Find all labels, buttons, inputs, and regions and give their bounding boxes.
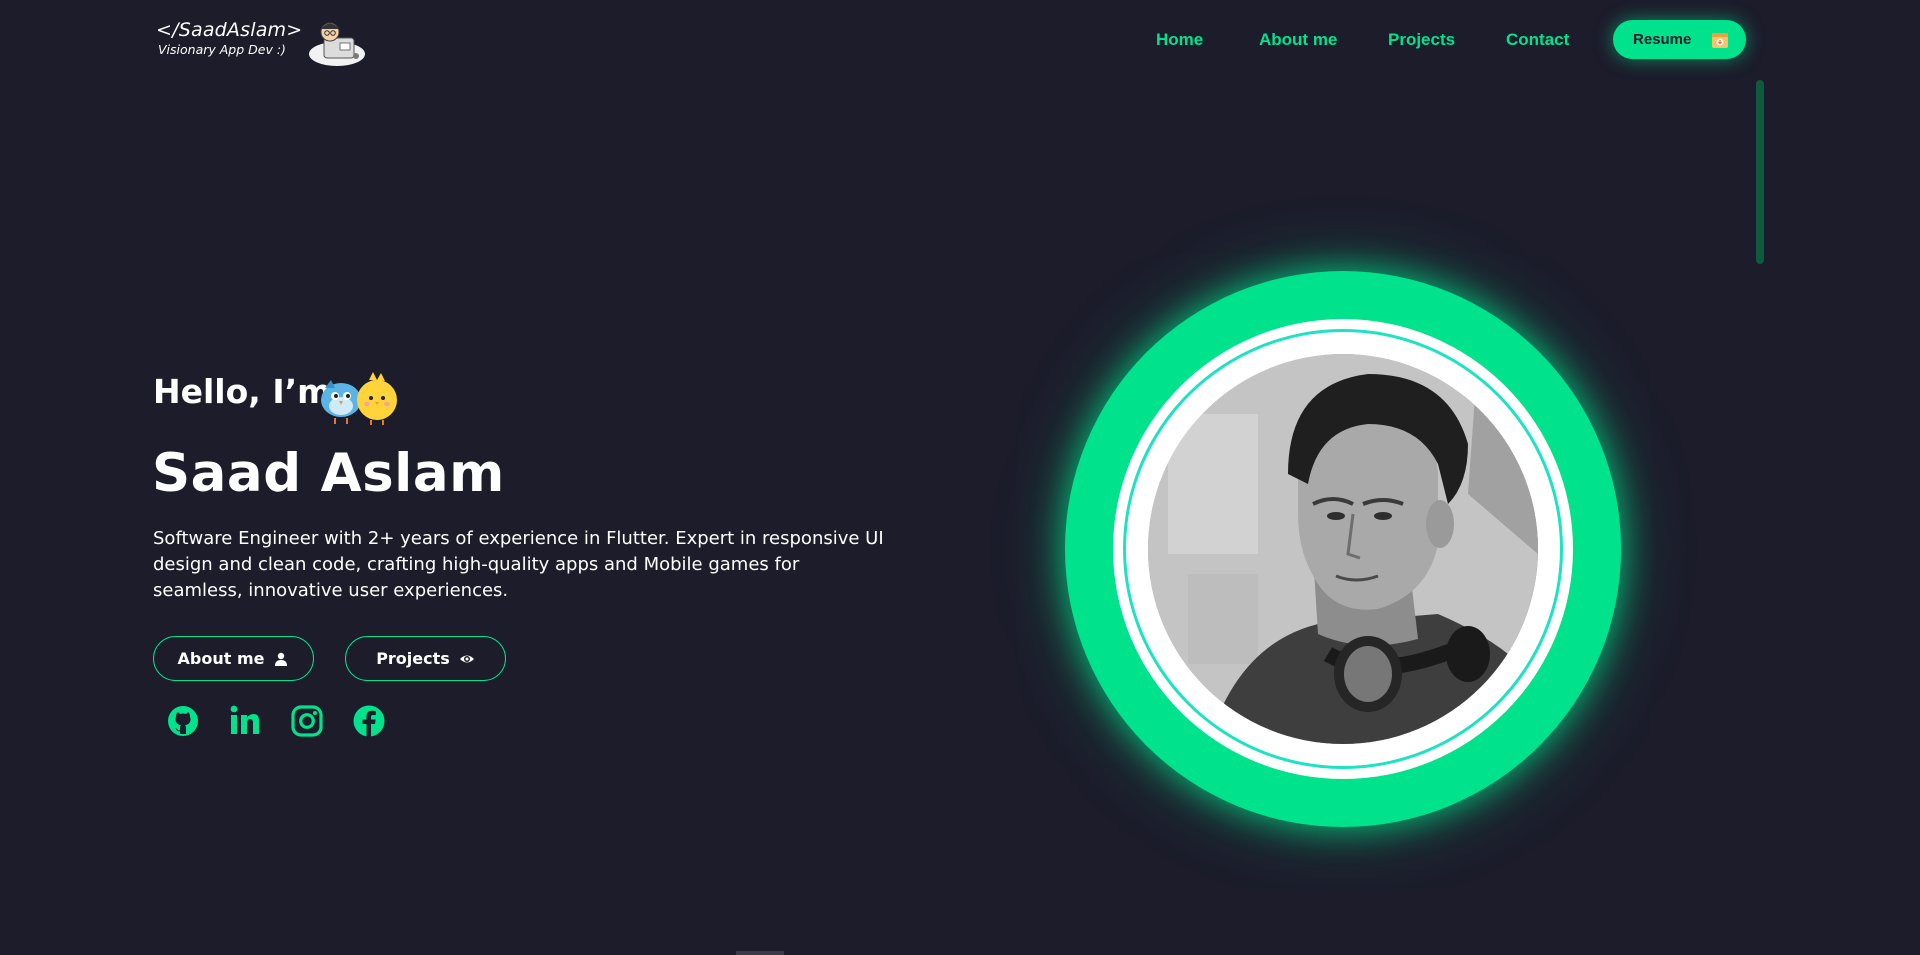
projects-label: Projects: [376, 649, 450, 668]
linkedin-icon[interactable]: [228, 704, 262, 738]
portrait-illustration: [1148, 354, 1538, 744]
nav-projects[interactable]: Projects: [1388, 30, 1455, 50]
greeting-heading: Hello, I’m: [153, 372, 332, 411]
portfolio-page: </SaadAslam> Visionary App Dev :) Home A…: [0, 0, 1920, 955]
nav-about-me[interactable]: About me: [1259, 30, 1337, 50]
scroll-indicator[interactable]: [1756, 80, 1764, 264]
bird-chick-emoji-icon: [321, 372, 397, 425]
instagram-icon[interactable]: [290, 704, 324, 738]
nav-contact[interactable]: Contact: [1506, 30, 1569, 50]
facebook-icon[interactable]: [352, 704, 386, 738]
eye-icon: [459, 655, 474, 662]
person-icon: [275, 652, 288, 666]
profile-photo-outer-border: [1113, 319, 1573, 779]
projects-button[interactable]: Projects: [345, 636, 506, 681]
profile-photo: [1148, 354, 1538, 744]
download-icon: [1712, 33, 1728, 48]
developer-mascot-icon: [309, 22, 365, 66]
hero-bio: Software Engineer with 2+ years of exper…: [153, 528, 884, 601]
brand-subtitle: Visionary App Dev :): [158, 42, 286, 57]
resume-label: Resume: [1633, 31, 1692, 48]
profile-photo-frame: [1065, 271, 1621, 827]
hero-name: Saad Aslam: [152, 443, 505, 504]
about-me-label: About me: [177, 649, 265, 668]
brand-logo[interactable]: </SaadAslam> Visionary App Dev :): [156, 18, 302, 58]
about-me-button[interactable]: About me: [153, 636, 314, 681]
github-icon[interactable]: [166, 704, 200, 738]
profile-photo-accent-ring: [1123, 329, 1563, 769]
brand-title: </SaadAslam>: [156, 19, 303, 41]
profile-photo-inner-border: [1126, 332, 1560, 766]
nav-home[interactable]: Home: [1156, 30, 1203, 50]
resume-button[interactable]: Resume: [1613, 20, 1746, 59]
scroll-down-indicator[interactable]: [736, 951, 784, 955]
